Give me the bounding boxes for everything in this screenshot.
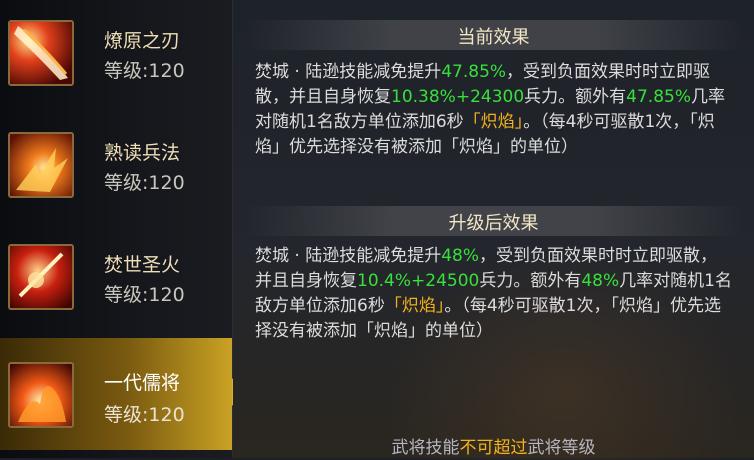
upgrade-effect-title: 升级后效果 — [448, 213, 539, 234]
skill-level: 等级:120 — [104, 172, 185, 194]
flame-scroll-icon — [8, 132, 74, 198]
skill-name: 燎原之刃 — [104, 30, 181, 52]
skill-level: 等级:120 — [104, 404, 185, 426]
skill-item-1[interactable]: 燎原之刃 等级:120 — [0, 0, 232, 108]
blade-fire-icon — [8, 20, 74, 86]
skill-name: 熟读兵法 — [104, 142, 181, 164]
skill-detail-panel: 当前效果 焚城 · 陆逊技能减免提升47.85%，受到负面效果时时立即驱散，并且… — [233, 0, 754, 460]
skill-level: 等级:120 — [104, 284, 185, 306]
level-cap-note: 武将技能不可超过武将等级 — [391, 438, 596, 458]
current-effect-text: 焚城 · 陆逊技能减免提升47.85%，受到负面效果时时立即驱散，并且自身恢复1… — [255, 62, 725, 157]
skill-list: 燎原之刃 等级:120 熟读兵法 等级:120 焚世圣火 等级:120 一代儒将… — [0, 0, 244, 458]
burning-figure-icon — [8, 362, 74, 428]
skill-name: 焚世圣火 — [104, 254, 181, 276]
upgrade-effect-text: 焚城 · 陆逊技能减免提升48%，受到负面效果时时立即驱散，并且自身恢复10.4… — [255, 246, 732, 341]
skill-item-4-selected[interactable]: 一代儒将 等级:120 — [0, 338, 244, 450]
skill-level: 等级:120 — [104, 60, 185, 82]
skill-name: 一代儒将 — [104, 372, 181, 394]
holy-fire-icon — [8, 244, 74, 310]
current-effect-title: 当前效果 — [457, 27, 530, 48]
skill-item-2[interactable]: 熟读兵法 等级:120 — [0, 112, 232, 220]
skill-item-3[interactable]: 焚世圣火 等级:120 — [0, 224, 232, 332]
